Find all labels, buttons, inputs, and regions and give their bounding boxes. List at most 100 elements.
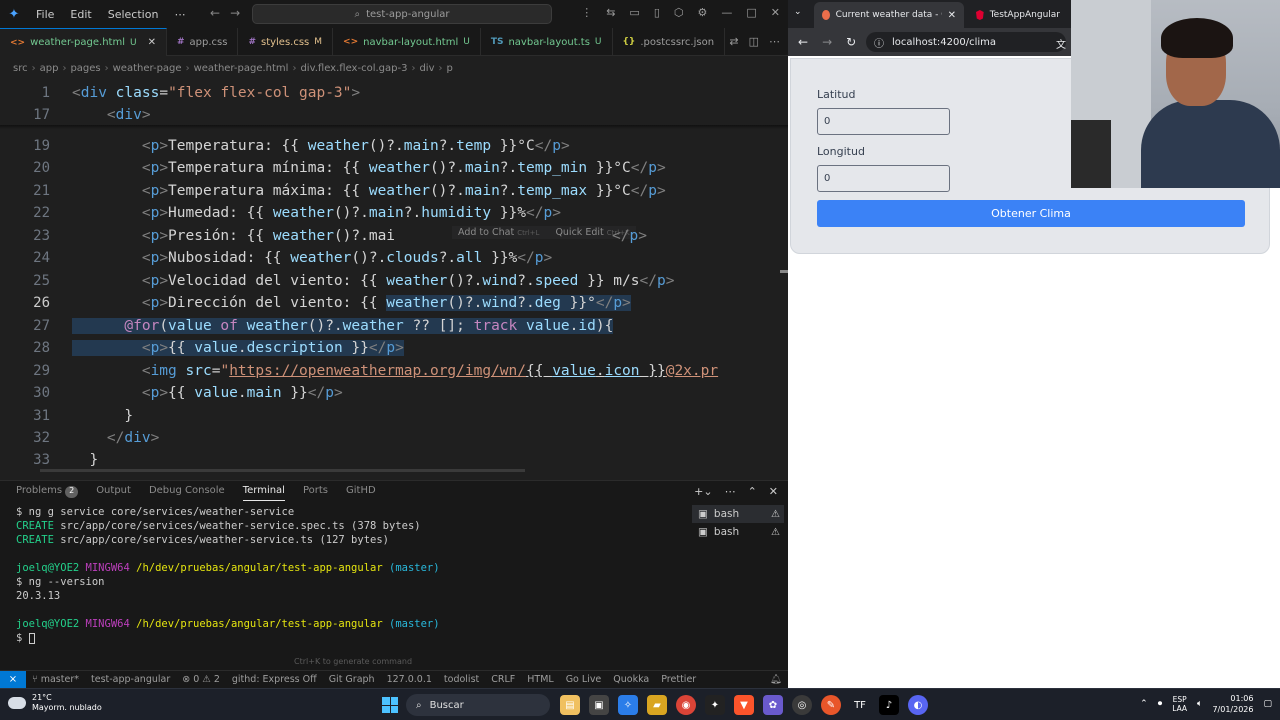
new-terminal-icon[interactable]: +⌄ xyxy=(694,485,712,498)
breadcrumb-item[interactable]: weather-page.html xyxy=(194,63,289,74)
tab-app-css[interactable]: # app.css xyxy=(167,28,239,56)
brave-icon[interactable]: ▼ xyxy=(734,695,754,715)
browser-tab-testapp[interactable]: TestAppAngular xyxy=(968,2,1068,28)
vscode-taskbar-icon[interactable]: ✦ xyxy=(705,695,725,715)
app-icon[interactable]: ✿ xyxy=(763,695,783,715)
address-bar[interactable]: ⓘ localhost:4200/clima xyxy=(866,32,1066,52)
status-git-graph[interactable]: Git Graph xyxy=(323,674,381,685)
settings-gear-icon[interactable]: ⚙ xyxy=(698,6,708,19)
tab-problems[interactable]: Problems 2 xyxy=(16,485,79,501)
code-editor[interactable]: 1 <div class="flex flex-col gap-3"> 17 <d… xyxy=(0,80,788,472)
forward-arrow-icon[interactable]: → xyxy=(822,35,832,49)
chrome-icon[interactable]: ◉ xyxy=(676,695,696,715)
status-project[interactable]: test-app-angular xyxy=(85,674,176,685)
tab-navbar-layout-ts[interactable]: TS navbar-layout.ts U xyxy=(481,28,613,56)
status-ip[interactable]: 127.0.0.1 xyxy=(381,674,438,685)
tab-styles-css[interactable]: # styles.css M xyxy=(238,28,334,56)
terminal-input-line[interactable]: $ xyxy=(16,631,686,645)
add-to-chat-hint[interactable]: Add to Chat Ctrl+L xyxy=(458,227,539,238)
tab-weather-page-html[interactable]: <> weather-page.html U ✕ xyxy=(0,28,167,56)
sidebar-toggle-icon[interactable]: ▯ xyxy=(654,6,660,19)
layout-icon[interactable]: ⋮ xyxy=(581,6,592,19)
notifications-bell-icon[interactable]: 🔔︎ xyxy=(764,674,788,685)
tab-close-icon[interactable]: ✕ xyxy=(948,10,956,21)
tab-githd[interactable]: GitHD xyxy=(346,485,376,501)
status-quokka[interactable]: Quokka xyxy=(607,674,655,685)
get-weather-button[interactable]: Obtener Clima xyxy=(817,200,1245,227)
copilot-icon[interactable]: ✧ xyxy=(618,695,638,715)
tiktok-icon[interactable]: ♪ xyxy=(879,695,899,715)
tab-navbar-layout-html[interactable]: <> navbar-layout.html U xyxy=(333,28,481,56)
menu-edit[interactable]: Edit xyxy=(62,8,99,21)
menu-more[interactable]: ⋯ xyxy=(166,8,193,21)
status-go-live[interactable]: Go Live xyxy=(560,674,608,685)
site-info-icon[interactable]: ⓘ xyxy=(874,35,884,50)
reload-icon[interactable]: ↻ xyxy=(846,35,856,49)
status-language[interactable]: HTML xyxy=(521,674,559,685)
terminal-output[interactable]: $ ng g service core/services/weather-ser… xyxy=(16,505,686,645)
close-icon[interactable]: ✕ xyxy=(771,6,780,19)
folder-icon[interactable]: ▰ xyxy=(647,695,667,715)
weather-widget[interactable]: 21°C Mayorm. nublado xyxy=(8,692,102,713)
latitude-input[interactable]: 0 xyxy=(817,108,950,135)
postman-icon[interactable]: ✎ xyxy=(821,695,841,715)
github-icon[interactable]: ◎ xyxy=(792,695,812,715)
status-githd[interactable]: githd: Express Off xyxy=(226,674,323,685)
terminal-instance[interactable]: ▣ bash ⚠ xyxy=(692,523,784,541)
mic-tray-icon[interactable]: ⏺ xyxy=(1158,699,1163,709)
breadcrumb-item[interactable]: p xyxy=(447,63,453,74)
breadcrumb-item[interactable]: src xyxy=(13,63,28,74)
tab-ports[interactable]: Ports xyxy=(303,485,328,501)
taskbar-search[interactable]: ⌕ Buscar xyxy=(406,694,550,716)
discord-icon[interactable]: ◐ xyxy=(908,695,928,715)
menu-file[interactable]: File xyxy=(28,8,62,21)
terminal-instance[interactable]: ▣ bash ⚠ xyxy=(692,505,784,523)
maximize-panel-icon[interactable]: ⌃ xyxy=(748,485,757,498)
longitude-input[interactable]: 0 xyxy=(817,165,950,192)
back-arrow-icon[interactable]: ← xyxy=(798,35,808,49)
menu-selection[interactable]: Selection xyxy=(100,8,167,21)
status-prettier[interactable]: Prettier xyxy=(655,674,702,685)
clock[interactable]: 01:06 7/01/2026 xyxy=(1212,693,1253,715)
split-editor-icon[interactable]: ◫ xyxy=(749,35,759,48)
command-center-search[interactable]: ⌕ test-app-angular xyxy=(252,4,552,24)
notification-center-icon[interactable]: ▢ xyxy=(1263,699,1272,709)
windows-start-icon[interactable] xyxy=(382,697,398,713)
translate-icon[interactable]: ⽂ xyxy=(1056,36,1066,51)
status-branch[interactable]: ⑂ master* xyxy=(26,674,85,685)
diff-icon[interactable]: ⇆ xyxy=(606,6,615,19)
tab-output[interactable]: Output xyxy=(96,485,131,501)
close-panel-icon[interactable]: ✕ xyxy=(769,485,778,498)
language-indicator[interactable]: ESP LAA xyxy=(1172,695,1187,713)
back-arrow-icon[interactable]: ← xyxy=(210,6,230,20)
more-actions-icon[interactable]: ⋯ xyxy=(769,35,780,48)
tab-search-icon[interactable]: ⌄ xyxy=(794,7,802,17)
compare-icon[interactable]: ⇄ xyxy=(729,35,738,48)
breadcrumb-item[interactable]: pages xyxy=(70,63,100,74)
file-explorer-icon[interactable]: ▤ xyxy=(560,695,580,715)
breadcrumb-item[interactable]: weather-page xyxy=(113,63,182,74)
status-todolist[interactable]: todolist xyxy=(438,674,485,685)
forward-arrow-icon[interactable]: → xyxy=(230,6,250,20)
browser-tab-openweather[interactable]: Current weather data - OpenW ✕ xyxy=(814,2,964,28)
tab-debug-console[interactable]: Debug Console xyxy=(149,485,225,501)
remote-icon[interactable]: ⨯ xyxy=(0,670,26,689)
more-icon[interactable]: ⋯ xyxy=(725,485,736,498)
maximize-icon[interactable]: □ xyxy=(746,6,756,19)
typeform-icon[interactable]: TF xyxy=(850,695,870,715)
overview-ruler[interactable] xyxy=(780,270,788,273)
status-problems[interactable]: ⊗ 0 ⚠ 2 xyxy=(176,674,226,685)
panel-toggle-icon[interactable]: ▭ xyxy=(629,6,639,19)
tab-close-icon[interactable]: ✕ xyxy=(148,37,156,48)
tray-overflow-icon[interactable]: ⌃ xyxy=(1140,699,1148,709)
breadcrumb-item[interactable]: div xyxy=(419,63,434,74)
task-view-icon[interactable]: ▣ xyxy=(589,695,609,715)
horizontal-scrollbar[interactable] xyxy=(40,469,525,472)
minimize-icon[interactable]: — xyxy=(721,6,732,19)
volume-icon[interactable]: 🔈︎ xyxy=(1197,699,1202,709)
extensions-icon[interactable]: ⬡ xyxy=(674,6,684,19)
tab-postcssrc-json[interactable]: {} .postcssrc.json xyxy=(613,28,726,56)
breadcrumb-item[interactable]: div.flex.flex-col.gap-3 xyxy=(300,63,407,74)
tab-terminal[interactable]: Terminal xyxy=(242,485,285,501)
status-eol[interactable]: CRLF xyxy=(485,674,521,685)
